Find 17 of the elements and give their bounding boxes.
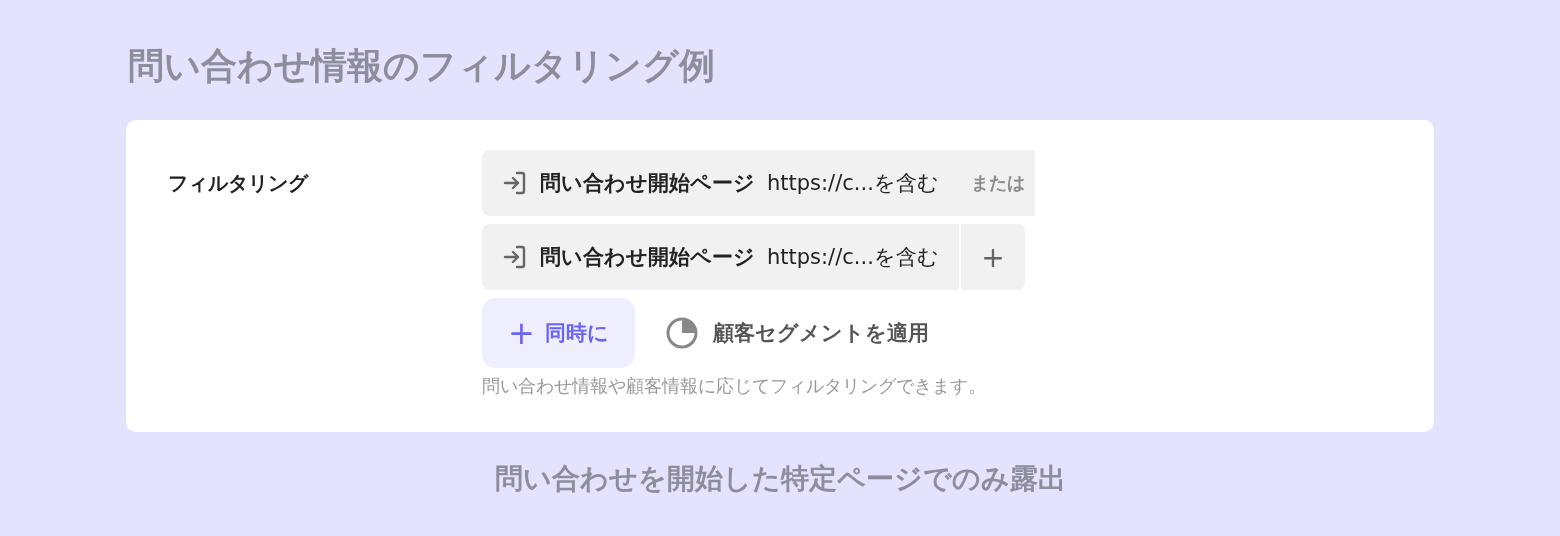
filter-condition: https://c...を含む <box>767 170 939 197</box>
enter-icon <box>502 244 528 270</box>
apply-segment-button[interactable]: 顧客セグメントを適用 <box>664 316 929 350</box>
filter-field: 問い合わせ開始ページ <box>540 169 755 197</box>
add-and-button[interactable]: + 同時に <box>482 298 635 368</box>
filter-condition: https://c...を含む <box>767 244 939 271</box>
pie-chart-icon <box>664 316 699 350</box>
enter-icon <box>502 170 528 196</box>
filter-chip[interactable]: 問い合わせ開始ページ https://c...を含む または <box>482 150 1035 216</box>
filter-label: フィルタリング <box>168 170 310 197</box>
hint-text: 問い合わせ情報や顧客情報に応じてフィルタリングできます。 <box>482 374 987 398</box>
filter-field: 問い合わせ開始ページ <box>540 243 755 271</box>
or-connector: または <box>969 171 1026 195</box>
filter-chip[interactable]: 問い合わせ開始ページ https://c...を含む + <box>482 224 1025 290</box>
add-or-button[interactable]: + <box>958 224 1025 290</box>
page-heading: 問い合わせ情報のフィルタリング例 <box>128 44 716 88</box>
caption: 問い合わせを開始した特定ページでのみ露出 <box>493 461 1067 497</box>
